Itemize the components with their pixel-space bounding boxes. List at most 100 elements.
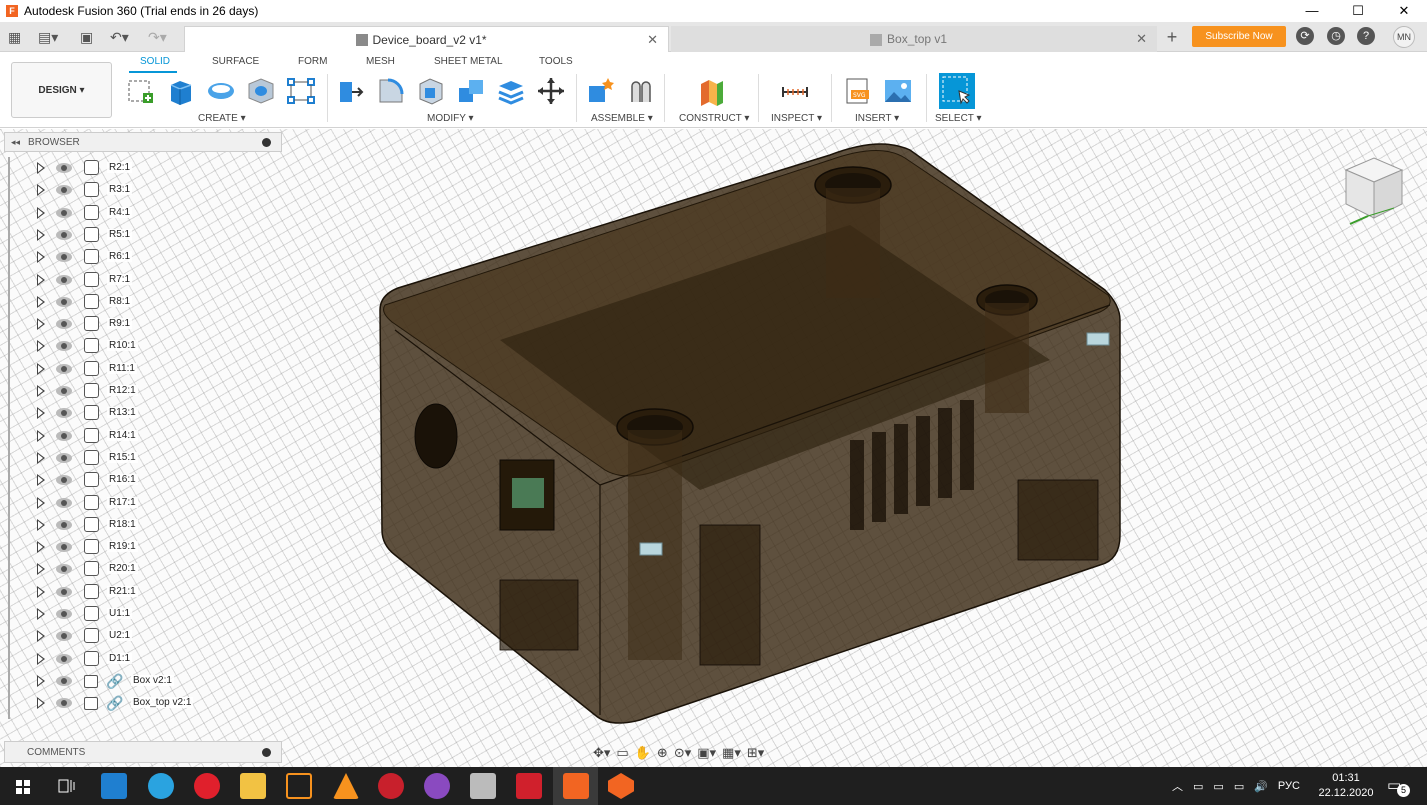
insert-svg-icon[interactable]: SVG [843, 76, 873, 106]
zoom-icon[interactable]: ⊕ [657, 745, 668, 761]
expand-arrow-icon[interactable] [37, 429, 45, 442]
visibility-eye-icon[interactable] [56, 675, 72, 686]
tree-item[interactable]: R18:1 [4, 514, 282, 536]
visibility-eye-icon[interactable] [56, 229, 72, 240]
visibility-eye-icon[interactable] [56, 497, 72, 508]
insert-canvas-icon[interactable] [883, 76, 913, 106]
construct-group-label[interactable]: CONSTRUCT ▾ [679, 113, 749, 124]
show-hidden-icon[interactable]: ︿ [1172, 778, 1183, 794]
add-comment-icon[interactable] [262, 748, 271, 757]
pattern-icon[interactable] [286, 76, 316, 106]
visibility-eye-icon[interactable] [56, 207, 72, 218]
expand-arrow-icon[interactable] [37, 295, 45, 308]
tree-item[interactable]: R4:1 [4, 202, 282, 224]
visibility-eye-icon[interactable] [56, 631, 72, 642]
maximize-button[interactable]: ☐ [1335, 0, 1381, 22]
expand-arrow-icon[interactable] [37, 162, 45, 174]
visibility-eye-icon[interactable] [56, 252, 72, 263]
display-settings-icon[interactable]: ▣▾ [697, 745, 716, 761]
extrude-icon[interactable] [166, 76, 196, 106]
expand-arrow-icon[interactable] [37, 630, 45, 643]
clock[interactable]: 01:31 22.12.2020 [1318, 771, 1374, 801]
visibility-eye-icon[interactable] [56, 341, 72, 352]
battery-icon[interactable]: ▭ [1213, 780, 1223, 793]
expand-arrow-icon[interactable] [37, 251, 45, 264]
expand-arrow-icon[interactable] [37, 184, 45, 197]
fillet-icon[interactable] [376, 76, 406, 106]
tree-item-linked[interactable]: 🔗 Box_top v2:1 [4, 692, 282, 714]
expand-arrow-icon[interactable] [37, 451, 45, 464]
visibility-eye-icon[interactable] [56, 586, 72, 597]
save-icon[interactable]: ▣ [80, 22, 93, 52]
expand-arrow-icon[interactable] [37, 518, 45, 531]
expand-arrow-icon[interactable] [37, 474, 45, 487]
visibility-eye-icon[interactable] [56, 430, 72, 441]
measure-icon[interactable] [780, 76, 810, 106]
minimize-panel-icon[interactable] [262, 138, 271, 147]
expand-arrow-icon[interactable] [37, 385, 45, 397]
mail-icon[interactable] [101, 773, 127, 799]
tree-item[interactable]: R13:1 [4, 402, 282, 424]
tree-item[interactable]: R10:1 [4, 335, 282, 357]
close-tab-icon[interactable]: ✕ [1136, 31, 1147, 47]
visibility-eye-icon[interactable] [56, 609, 72, 619]
visibility-eye-icon[interactable] [56, 542, 72, 553]
solidworks-icon[interactable] [378, 773, 404, 799]
volume-icon[interactable]: 🔊 [1254, 780, 1268, 793]
expand-arrow-icon[interactable] [37, 496, 45, 509]
tree-item[interactable]: R21:1 [4, 581, 282, 603]
close-button[interactable]: ✕ [1381, 0, 1427, 22]
expand-arrow-icon[interactable] [37, 318, 45, 331]
hole-icon[interactable] [246, 76, 276, 106]
subscribe-button[interactable]: Subscribe Now [1192, 26, 1286, 47]
acrobat-icon[interactable] [516, 773, 542, 799]
tree-item[interactable]: R6:1 [4, 246, 282, 268]
user-avatar[interactable]: MN [1393, 26, 1415, 48]
grid-settings-icon[interactable]: ▦▾ [722, 745, 741, 761]
task-view-icon[interactable] [53, 773, 79, 799]
visibility-eye-icon[interactable] [56, 452, 72, 463]
expand-arrow-icon[interactable] [37, 608, 45, 620]
browser-scrollbar[interactable] [8, 157, 10, 719]
tree-item[interactable]: U2:1 [4, 625, 282, 647]
tree-item[interactable]: D1:1 [4, 648, 282, 670]
opera-icon[interactable] [194, 773, 220, 799]
tree-item[interactable]: R20:1 [4, 558, 282, 580]
visibility-eye-icon[interactable] [56, 274, 72, 285]
modify-group-label[interactable]: MODIFY ▾ [427, 113, 474, 124]
tree-item[interactable]: R3:1 [4, 179, 282, 201]
clock-icon[interactable]: ◷ [1327, 27, 1345, 45]
tree-item[interactable]: R8:1 [4, 291, 282, 313]
create-group-label[interactable]: CREATE ▾ [198, 113, 246, 124]
visibility-eye-icon[interactable] [56, 408, 72, 419]
pan-icon[interactable]: ✋ [635, 745, 651, 761]
language-indicator[interactable]: РУС [1278, 780, 1300, 792]
new-tab-button[interactable]: + [1161, 26, 1183, 48]
tab-tools[interactable]: TOOLS [539, 56, 573, 67]
arduino-icon[interactable] [286, 773, 312, 799]
expand-arrow-icon[interactable] [37, 697, 45, 710]
fit-icon[interactable]: ⊙▾ [674, 745, 691, 761]
fusion-taskbar-icon[interactable] [563, 773, 589, 799]
joint-icon[interactable] [626, 76, 656, 106]
redo-icon[interactable]: ↷▾ [148, 22, 167, 52]
visibility-eye-icon[interactable] [56, 519, 72, 530]
assemble-group-label[interactable]: ASSEMBLE ▾ [591, 113, 653, 124]
expand-arrow-icon[interactable] [37, 652, 45, 665]
expand-arrow-icon[interactable] [37, 541, 45, 554]
expand-arrow-icon[interactable] [37, 585, 45, 598]
tab-form[interactable]: FORM [298, 56, 327, 67]
expand-arrow-icon[interactable] [37, 674, 45, 687]
visibility-eye-icon[interactable] [56, 564, 72, 575]
tab-surface[interactable]: SURFACE [212, 56, 259, 67]
close-tab-icon[interactable]: ✕ [647, 32, 658, 48]
insert-group-label[interactable]: INSERT ▾ [855, 113, 899, 124]
tab-mesh[interactable]: MESH [366, 56, 395, 67]
tree-item[interactable]: R12:1 [4, 380, 282, 402]
new-component-icon[interactable] [586, 76, 616, 106]
expand-arrow-icon[interactable] [37, 340, 45, 353]
expand-arrow-icon[interactable] [37, 407, 45, 420]
minimize-button[interactable]: — [1289, 0, 1335, 22]
visibility-eye-icon[interactable] [56, 185, 72, 196]
app-icon[interactable] [470, 773, 496, 799]
